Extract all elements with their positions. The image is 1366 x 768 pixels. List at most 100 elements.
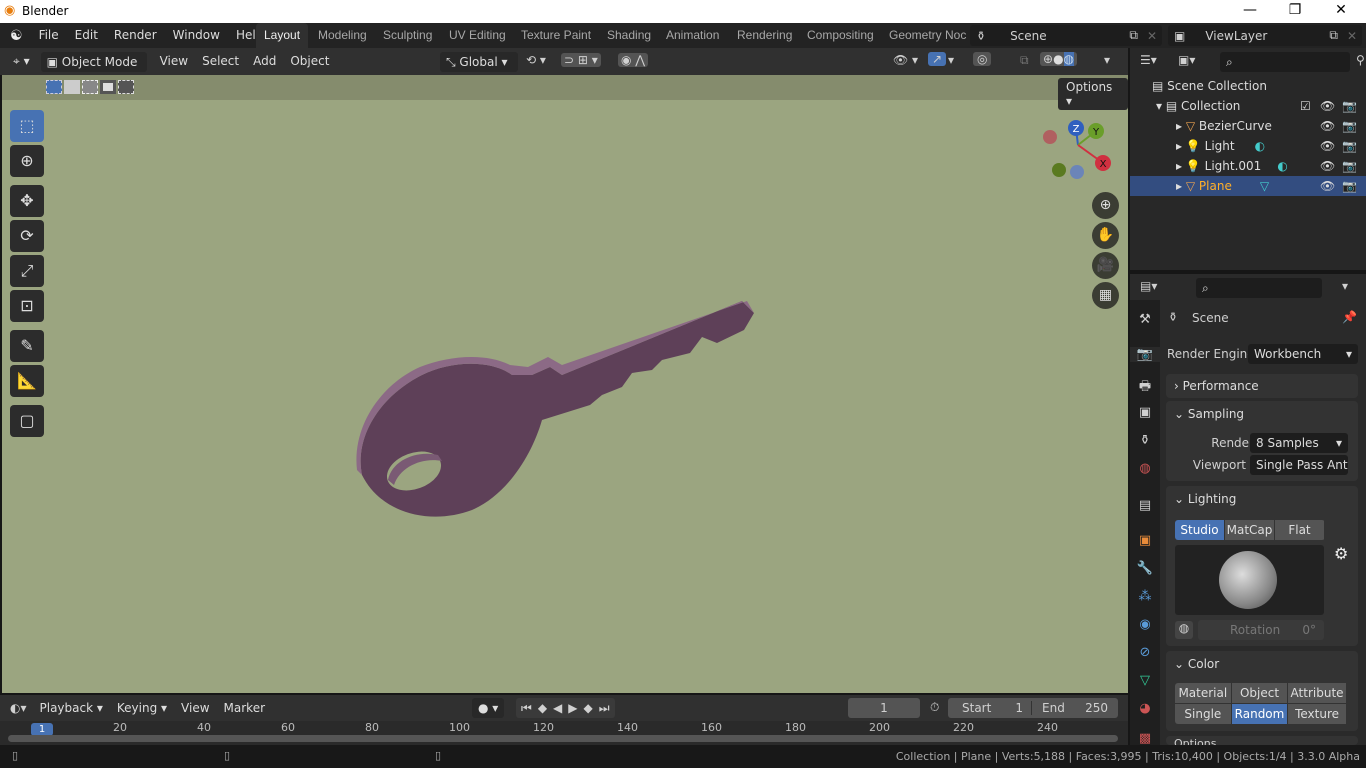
menu-playback[interactable]: Playback ▾: [33, 695, 110, 721]
tab-geometry-nodes[interactable]: Geometry Noc: [889, 23, 966, 48]
checkbox-icon[interactable]: ☑: [1300, 96, 1311, 116]
start-frame-field[interactable]: Start 1: [948, 701, 1032, 715]
menu-edit[interactable]: Edit: [67, 23, 106, 48]
rotation-field[interactable]: Rotation 0°: [1198, 620, 1324, 640]
color-random-button[interactable]: Random: [1231, 704, 1288, 724]
play-reverse-icon[interactable]: ◀: [553, 701, 562, 715]
wireframe-shading-icon[interactable]: ⊕: [1043, 52, 1053, 66]
material-tab-icon[interactable]: ◕: [1135, 701, 1155, 716]
display-mode-icon[interactable]: ☰▾: [1140, 53, 1157, 67]
lighting-studio-button[interactable]: Studio: [1175, 520, 1224, 540]
eye-icon[interactable]: 👁: [1320, 176, 1335, 196]
options-chevron-icon[interactable]: ▾: [1342, 279, 1348, 293]
maximize-button[interactable]: ❐: [1285, 2, 1305, 18]
render-tab-icon[interactable]: 📷: [1130, 347, 1160, 362]
viewport-samples-dropdown[interactable]: Single Pass Ant: [1250, 455, 1348, 475]
jump-end-icon[interactable]: ⏭: [599, 701, 610, 716]
world-space-lighting-icon[interactable]: ◍: [1175, 621, 1193, 639]
color-single-button[interactable]: Single: [1175, 704, 1231, 724]
lighting-flat-button[interactable]: Flat: [1275, 520, 1324, 540]
particles-tab-icon[interactable]: ⁂: [1135, 589, 1155, 604]
properties-search-input[interactable]: ⌕: [1196, 278, 1322, 298]
data-tab-icon[interactable]: ▽: [1135, 673, 1155, 688]
snap-toggle-icon[interactable]: ⊃ ⊞ ▾: [561, 53, 601, 67]
outliner-item[interactable]: ▸ 💡 Light.001 ◐ 👁 📷: [1130, 156, 1366, 176]
key-mesh[interactable]: [2, 75, 1128, 693]
gizmo-toggle-icon[interactable]: ↗: [928, 52, 947, 66]
shading-modes[interactable]: ⊕●◍: [1040, 52, 1078, 66]
filter-icon[interactable]: ⚲: [1356, 53, 1365, 67]
collection-tab-icon[interactable]: ▤: [1135, 498, 1155, 513]
eye-icon[interactable]: 👁: [1320, 96, 1335, 116]
color-header[interactable]: ⌄ Color: [1166, 651, 1358, 677]
tab-compositing[interactable]: Compositing: [807, 23, 874, 48]
lighting-matcap-button[interactable]: MatCap: [1225, 520, 1274, 540]
material-shading-icon[interactable]: ◍: [1063, 52, 1075, 66]
view-layer-tab-icon[interactable]: ▣: [1135, 405, 1155, 420]
tool-tab-icon[interactable]: ⚒: [1135, 312, 1155, 327]
mesh-data-icon[interactable]: ▽: [1232, 179, 1269, 193]
gear-icon[interactable]: ⚙: [1334, 544, 1348, 563]
mode-dropdown[interactable]: ▣ Object Mode ▾: [40, 51, 147, 89]
pivot-point-icon[interactable]: ⟲ ▾: [526, 53, 546, 67]
shading-dropdown-icon[interactable]: ▾: [1104, 53, 1110, 67]
menu-add[interactable]: Add: [246, 48, 283, 75]
options-panel[interactable]: Options: [1166, 736, 1358, 745]
tab-modeling[interactable]: Modeling: [318, 23, 367, 48]
eye-icon[interactable]: 👁: [1320, 136, 1335, 156]
auto-keying-toggle-icon[interactable]: ● ▾: [472, 698, 505, 718]
menu-object[interactable]: Object: [283, 48, 336, 75]
editor-type-icon[interactable]: ▤▾: [1140, 279, 1157, 293]
scene-tab-icon[interactable]: ⚱: [1135, 433, 1155, 448]
view-layer-name[interactable]: ViewLayer: [1191, 29, 1325, 43]
delete-scene-icon[interactable]: ✕: [1142, 29, 1162, 43]
gizmo-dropdown-icon[interactable]: ▾: [948, 53, 954, 67]
object-tab-icon[interactable]: ▣: [1135, 533, 1155, 548]
tab-layout[interactable]: Layout: [256, 23, 309, 48]
camera-icon[interactable]: 📷: [1342, 116, 1357, 136]
editor-type-icon[interactable]: ◐▾: [0, 701, 33, 715]
camera-icon[interactable]: 📷: [1342, 156, 1357, 176]
play-icon[interactable]: ▶: [568, 701, 577, 715]
eye-icon[interactable]: 👁: [1320, 156, 1335, 176]
camera-icon[interactable]: 📷: [1342, 136, 1357, 156]
menu-file[interactable]: File: [31, 23, 67, 48]
visibility-icon[interactable]: 👁 ▾: [893, 53, 918, 67]
new-scene-icon[interactable]: ⧉: [1125, 28, 1142, 43]
expand-icon[interactable]: ▸: [1130, 139, 1182, 153]
expand-icon[interactable]: ▸: [1130, 119, 1182, 133]
eye-icon[interactable]: 👁: [1320, 116, 1335, 136]
tab-rendering[interactable]: Rendering: [737, 23, 792, 48]
stopwatch-icon[interactable]: ⏱: [930, 700, 939, 715]
minimize-button[interactable]: —: [1240, 2, 1260, 18]
scene-selector[interactable]: ⚱ Scene ⧉ ✕: [970, 25, 1162, 46]
render-samples-dropdown[interactable]: 8 Samples ▾: [1250, 433, 1348, 453]
expand-icon[interactable]: ▾: [1130, 99, 1162, 113]
light-data-icon[interactable]: ◐: [1261, 159, 1287, 173]
menu-marker[interactable]: Marker: [217, 695, 272, 721]
tab-animation[interactable]: Animation: [666, 23, 719, 48]
tab-shading[interactable]: Shading: [607, 23, 651, 48]
camera-icon[interactable]: 📷: [1342, 96, 1357, 116]
menu-view[interactable]: View: [153, 48, 195, 75]
prev-keyframe-icon[interactable]: ◆: [538, 701, 547, 715]
color-object-button[interactable]: Object: [1231, 683, 1288, 703]
studio-light-preview[interactable]: [1175, 545, 1324, 615]
physics-tab-icon[interactable]: ◉: [1135, 617, 1155, 632]
menu-select[interactable]: Select: [195, 48, 246, 75]
close-button[interactable]: ✕: [1331, 2, 1351, 18]
end-frame-field[interactable]: End 250: [1032, 701, 1118, 715]
delete-view-layer-icon[interactable]: ✕: [1342, 29, 1362, 43]
solid-shading-icon[interactable]: ●: [1053, 52, 1063, 66]
constraints-tab-icon[interactable]: ⊘: [1135, 645, 1155, 660]
menu-view[interactable]: View: [174, 695, 216, 721]
timeline-scrollbar[interactable]: [8, 735, 1118, 742]
sampling-header[interactable]: ⌄ Sampling: [1166, 401, 1358, 427]
lighting-header[interactable]: ⌄ Lighting: [1166, 486, 1358, 512]
render-engine-dropdown[interactable]: Workbench ▾: [1248, 344, 1358, 364]
overlays-icon[interactable]: ◎: [973, 52, 992, 66]
world-tab-icon[interactable]: ◍: [1135, 461, 1155, 476]
expand-icon[interactable]: ▸: [1130, 179, 1182, 193]
menu-keying[interactable]: Keying ▾: [110, 695, 174, 721]
new-view-layer-icon[interactable]: ⧉: [1325, 28, 1342, 43]
